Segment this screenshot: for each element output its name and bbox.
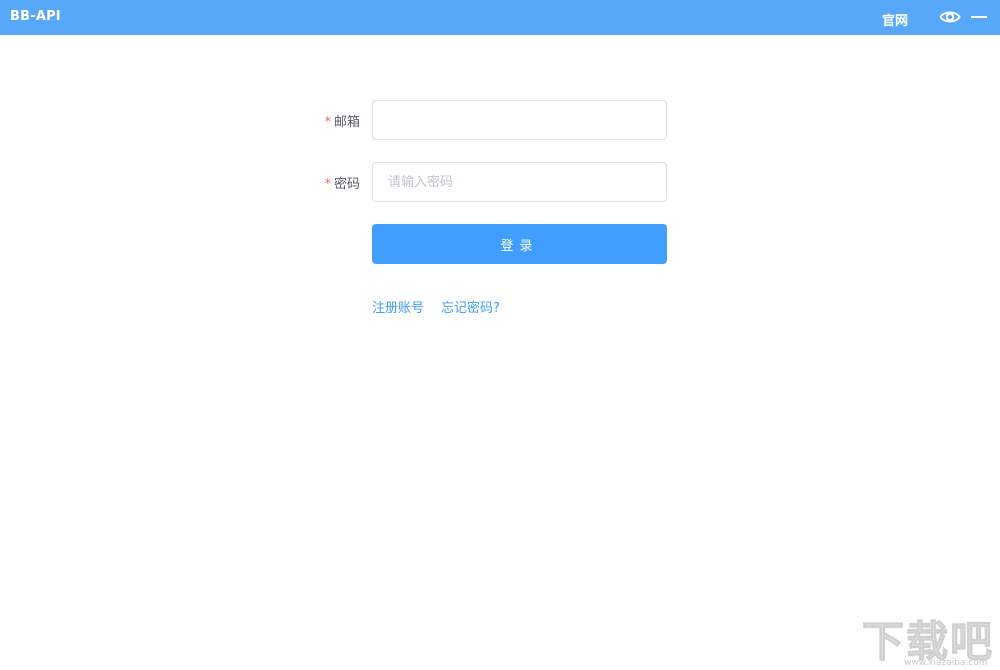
site-watermark: 下载吧 www.xiazaiba.com: [861, 608, 1000, 670]
login-button[interactable]: 登录: [372, 224, 667, 264]
app-title: BB-API: [10, 9, 61, 24]
required-mark: *: [324, 177, 331, 192]
eye-icon[interactable]: [939, 8, 961, 26]
required-mark: *: [324, 115, 331, 130]
login-window: BB-API 官网 * 邮箱 * 密码 登录 注册账号 忘记密码? 下载吧 www.…: [0, 0, 1000, 670]
forgot-password-link[interactable]: 忘记密码?: [441, 297, 500, 316]
email-label-text: 邮箱: [333, 115, 360, 130]
email-label: * 邮箱: [300, 111, 360, 130]
official-site-link[interactable]: 官网: [882, 10, 908, 29]
password-label-text: 密码: [333, 177, 360, 192]
register-link[interactable]: 注册账号: [372, 297, 424, 316]
password-label: * 密码: [300, 173, 360, 192]
title-bar[interactable]: BB-API 官网: [0, 0, 1000, 35]
minimize-icon[interactable]: [969, 8, 989, 26]
watermark-url: www.xiazaiba.com: [904, 658, 988, 668]
password-input[interactable]: [372, 162, 667, 202]
email-input[interactable]: [372, 100, 667, 140]
